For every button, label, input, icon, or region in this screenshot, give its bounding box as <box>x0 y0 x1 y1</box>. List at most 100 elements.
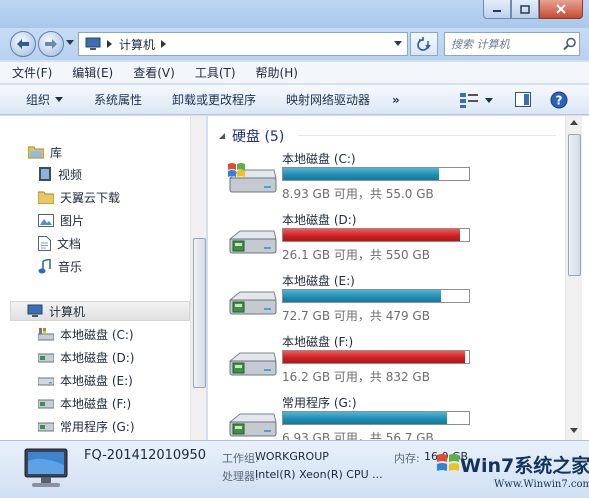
maximize-button[interactable] <box>511 0 539 19</box>
map-network-drive-button[interactable]: 映射网络驱动器 <box>286 91 370 108</box>
nav-drive-d[interactable]: 本地磁盘 (D:) <box>38 347 134 367</box>
drive-icon <box>228 352 277 376</box>
group-divider <box>298 135 556 136</box>
drive-icon <box>38 399 54 409</box>
drive-name: 本地磁盘 (C:) <box>282 152 356 166</box>
group-title: 硬盘 (5) <box>232 129 285 145</box>
drive-usage-bar <box>282 167 470 181</box>
window-controls <box>483 0 583 19</box>
close-button[interactable] <box>539 0 583 19</box>
drive-tile[interactable]: 本地磁盘 (C:) 8.93 GB 可用，共 55.0 GB <box>226 150 471 206</box>
scrollbar-thumb[interactable] <box>193 238 206 388</box>
nav-cloud-downloads[interactable]: 天翼云下载 <box>38 187 120 207</box>
drive-usage-bar <box>282 289 470 303</box>
search-icon[interactable] <box>563 37 577 51</box>
breadcrumb-computer[interactable]: 计算机 <box>119 36 155 53</box>
search-box[interactable] <box>444 32 580 56</box>
preview-pane-button[interactable] <box>515 92 531 107</box>
refresh-button[interactable] <box>410 32 438 56</box>
content-scrollbar[interactable] <box>565 116 582 440</box>
navigation-scrollbar[interactable] <box>190 116 206 440</box>
collapse-icon <box>219 133 225 139</box>
drive-usage-fill <box>283 229 460 241</box>
drive-tile[interactable]: 本地磁盘 (F:) 16.2 GB 可用，共 832 GB <box>226 333 471 389</box>
drive-icon <box>38 377 54 386</box>
drive-space-info: 8.93 GB 可用，共 55.0 GB <box>282 187 434 201</box>
nav-computer[interactable]: 计算机 <box>10 301 190 321</box>
minimize-button[interactable] <box>483 0 511 19</box>
nav-videos[interactable]: 视频 <box>38 164 82 184</box>
svg-text:?: ? <box>556 94 563 108</box>
maximize-icon <box>520 4 530 14</box>
drive-icon <box>38 422 54 432</box>
chevron-down-icon <box>485 97 493 103</box>
address-row: 计算机 <box>0 28 589 60</box>
view-options-icon <box>460 93 478 108</box>
hard-disks-group-header[interactable]: 硬盘 (5) <box>218 126 284 146</box>
organize-button[interactable]: 组织 <box>26 91 64 108</box>
navigation-pane: 库 视频 天翼云下载 图片 文档 音乐 计算机 本地磁盘 (C:) 本地磁盘 (… <box>0 116 207 440</box>
drive-usage-fill <box>283 290 442 302</box>
title-bar <box>0 0 589 28</box>
drive-usage-bar <box>282 411 470 425</box>
memory-label: 内存: <box>394 452 420 465</box>
chevron-right-icon <box>107 40 112 48</box>
nav-drive-c[interactable]: 本地磁盘 (C:) <box>38 324 134 344</box>
refresh-icon <box>417 37 431 51</box>
preview-pane-icon <box>515 92 531 107</box>
drive-name: 本地磁盘 (D:) <box>282 213 357 227</box>
change-view-button[interactable] <box>460 92 493 108</box>
nav-music[interactable]: 音乐 <box>38 256 82 276</box>
menu-view[interactable]: 查看(V) <box>133 64 175 81</box>
nav-drive-f[interactable]: 本地磁盘 (F:) <box>38 393 131 413</box>
nav-libraries[interactable]: 库 <box>28 142 62 162</box>
computer-icon <box>85 37 101 50</box>
help-button[interactable]: ? <box>550 91 568 109</box>
menu-edit[interactable]: 编辑(E) <box>72 64 113 81</box>
windows-logo-icon <box>437 454 459 471</box>
scroll-up-icon[interactable] <box>570 120 578 126</box>
minimize-icon <box>493 10 501 12</box>
address-dropdown[interactable] <box>389 33 407 55</box>
drive-space-info: 26.1 GB 可用，共 550 GB <box>282 248 430 262</box>
drive-space-info: 72.7 GB 可用，共 479 GB <box>282 309 430 323</box>
chevron-down-icon <box>55 97 64 102</box>
system-drive-icon <box>228 163 277 193</box>
menu-bar: 文件(F) 编辑(E) 查看(V) 工具(T) 帮助(H) <box>0 62 589 84</box>
chevron-right-icon[interactable] <box>161 40 167 48</box>
scroll-down-icon[interactable] <box>570 428 578 434</box>
nav-drive-e[interactable]: 本地磁盘 (E:) <box>38 370 133 390</box>
menu-tools[interactable]: 工具(T) <box>195 64 236 81</box>
menu-help[interactable]: 帮助(H) <box>256 64 298 81</box>
drive-usage-bar <box>282 350 470 364</box>
recent-pages-icon[interactable] <box>66 40 74 46</box>
nav-pictures[interactable]: 图片 <box>38 210 84 230</box>
forward-button[interactable] <box>38 31 64 57</box>
drive-tile[interactable]: 本地磁盘 (E:) 72.7 GB 可用，共 479 GB <box>226 272 471 328</box>
breadcrumb: 计算机 <box>85 36 167 53</box>
menu-file[interactable]: 文件(F) <box>12 64 52 81</box>
drive-usage-fill <box>283 351 466 363</box>
drive-tile[interactable]: 常用程序 (G:) 6.93 GB 可用，共 56.7 GB <box>226 394 471 440</box>
address-bar[interactable]: 计算机 <box>78 32 408 56</box>
nav-documents[interactable]: 文档 <box>38 233 81 253</box>
back-button[interactable] <box>10 31 36 57</box>
watermark-title: Win7系统之家 <box>460 455 589 477</box>
uninstall-program-button[interactable]: 卸载或更改程序 <box>172 91 256 108</box>
scrollbar-thumb[interactable] <box>568 134 581 276</box>
music-icon <box>38 258 51 273</box>
search-input[interactable] <box>451 37 563 51</box>
more-commands-button[interactable]: » <box>392 93 400 107</box>
close-icon <box>556 4 566 14</box>
computer-icon <box>24 448 68 487</box>
system-properties-button[interactable]: 系统属性 <box>94 91 142 108</box>
drive-name: 常用程序 (G:) <box>282 396 357 410</box>
drive-usage-bar <box>282 228 470 242</box>
command-bar: 组织 系统属性 卸载或更改程序 映射网络驱动器 » ? <box>0 85 589 115</box>
drive-tile[interactable]: 本地磁盘 (D:) 26.1 GB 可用，共 550 GB <box>226 211 471 267</box>
drive-space-info: 16.2 GB 可用，共 832 GB <box>282 370 430 384</box>
help-icon: ? <box>550 91 568 109</box>
video-icon <box>39 167 51 181</box>
nav-drive-g[interactable]: 常用程序 (G:) <box>38 416 135 436</box>
drive-name: 本地磁盘 (E:) <box>282 274 355 288</box>
